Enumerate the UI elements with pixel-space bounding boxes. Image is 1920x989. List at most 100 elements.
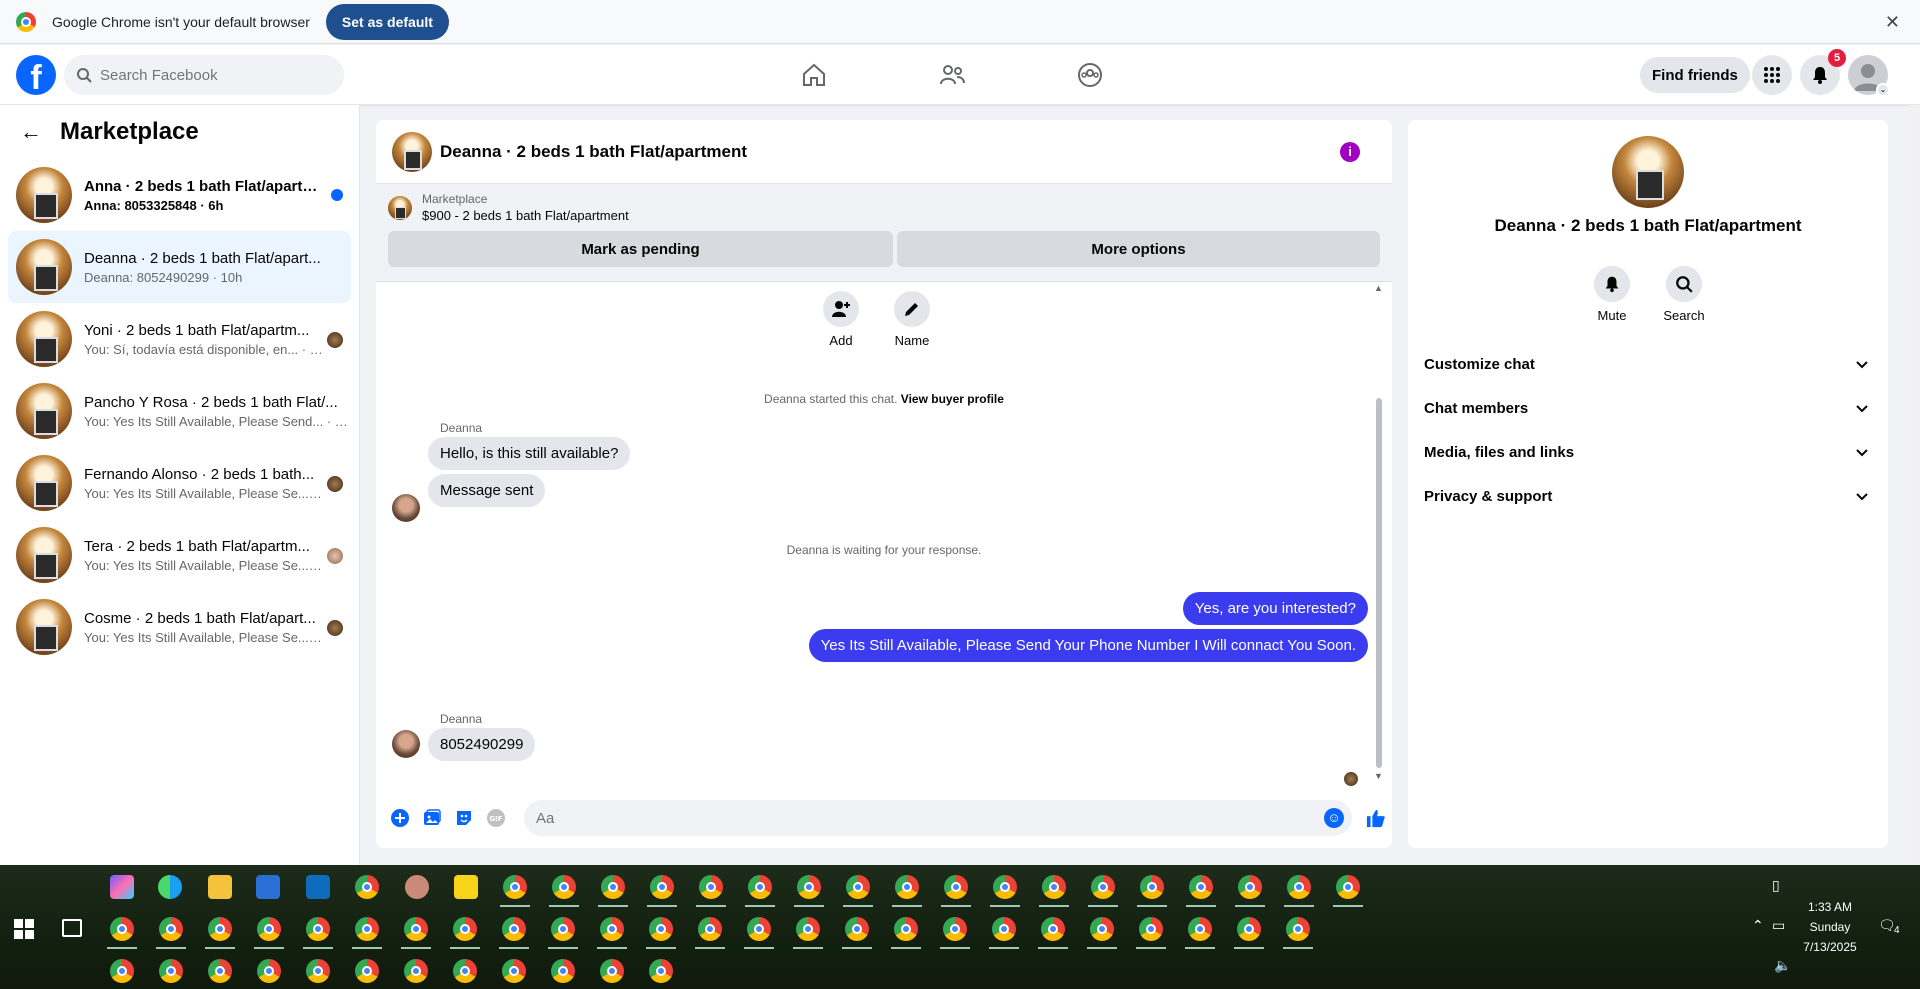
emoji-icon[interactable]: ☺ (1324, 808, 1344, 828)
listing-thumbnail[interactable] (392, 131, 432, 172)
chrome-window-icon[interactable] (404, 917, 428, 941)
chrome-window-icon[interactable] (600, 917, 624, 941)
volume-icon[interactable]: 🔈 (1774, 957, 1791, 974)
chrome-window-icon[interactable] (208, 917, 232, 941)
add-member-action[interactable]: Add (811, 291, 871, 348)
task-view-icon[interactable] (62, 919, 82, 937)
back-arrow-icon[interactable]: ← (20, 119, 42, 145)
chrome-window-icon[interactable] (1287, 875, 1311, 899)
chrome-window-icon[interactable] (943, 917, 967, 941)
info-icon[interactable]: i (1340, 142, 1360, 162)
search-input[interactable] (100, 66, 320, 84)
contact-avatar[interactable] (392, 494, 420, 522)
chrome-window-icon[interactable] (1237, 917, 1261, 941)
chrome-window-icon[interactable] (502, 917, 526, 941)
thumbs-up-icon[interactable] (1366, 808, 1386, 828)
device-icon[interactable]: ▯ (1772, 877, 1780, 894)
listing-thumbnail[interactable] (1612, 136, 1684, 208)
windows-start-icon[interactable] (14, 919, 34, 939)
mute-action[interactable]: Mute (1582, 266, 1642, 323)
chrome-window-icon[interactable] (845, 917, 869, 941)
chrome-window-icon[interactable] (404, 959, 428, 983)
chrome-window-icon[interactable] (159, 959, 183, 983)
menu-grid-icon[interactable] (1752, 55, 1792, 95)
view-buyer-profile-link[interactable]: View buyer profile (901, 392, 1004, 406)
chevron-down-icon[interactable]: ⌄ (1876, 83, 1890, 97)
chrome-window-icon[interactable] (306, 959, 330, 983)
microsoft-store-icon[interactable] (256, 875, 280, 899)
search-action[interactable]: Search (1654, 266, 1714, 323)
chrome-window-icon[interactable] (551, 917, 575, 941)
close-icon[interactable]: ✕ (1885, 12, 1900, 33)
incoming-message[interactable]: 8052490299 (428, 728, 536, 761)
conversation-item[interactable]: Yoni · 2 beds 1 bath Flat/apartm... You:… (8, 303, 351, 375)
chrome-window-icon[interactable] (698, 917, 722, 941)
chrome-window-icon[interactable] (1238, 875, 1262, 899)
chrome-window-icon[interactable] (503, 875, 527, 899)
chrome-window-icon[interactable] (1188, 917, 1212, 941)
conversation-item[interactable]: Pancho Y Rosa · 2 beds 1 bath Flat/... Y… (8, 375, 351, 447)
chrome-window-icon[interactable] (355, 917, 379, 941)
message-input-box[interactable]: ☺ (524, 800, 1352, 836)
chrome-window-icon[interactable] (1286, 917, 1310, 941)
chat-members-section[interactable]: Chat members (1424, 386, 1872, 430)
chrome-window-icon[interactable] (895, 875, 919, 899)
chrome-window-icon[interactable] (747, 917, 771, 941)
chat-title[interactable]: Deanna · 2 beds 1 bath Flat/apartment (440, 142, 747, 162)
chrome-window-icon[interactable] (502, 959, 526, 983)
more-options-button[interactable]: More options (897, 231, 1380, 267)
outgoing-message[interactable]: Yes Its Still Available, Please Send You… (808, 629, 1368, 662)
chrome-window-icon[interactable] (110, 959, 134, 983)
copilot-icon[interactable] (110, 875, 134, 899)
scroll-down-arrow-icon[interactable]: ▼ (1374, 771, 1383, 781)
chrome-window-icon[interactable] (257, 917, 281, 941)
chrome-window-icon[interactable] (355, 959, 379, 983)
facebook-logo[interactable]: f (16, 55, 56, 95)
message-input[interactable] (536, 809, 1316, 827)
customize-chat-section[interactable]: Customize chat (1424, 342, 1872, 386)
incoming-message[interactable]: Hello, is this still available? (428, 437, 631, 470)
chrome-window-icon[interactable] (894, 917, 918, 941)
network-icon[interactable]: ▭ (1772, 917, 1785, 934)
listing-thumbnail[interactable] (388, 195, 412, 220)
name-chat-action[interactable]: Name (882, 291, 942, 348)
app-icon[interactable] (405, 875, 429, 899)
find-friends-button[interactable]: Find friends (1640, 57, 1750, 93)
contact-avatar[interactable] (392, 730, 420, 758)
chrome-window-icon[interactable] (110, 917, 134, 941)
conversation-item[interactable]: Fernando Alonso · 2 beds 1 bath... You: … (8, 447, 351, 519)
set-as-default-button[interactable]: Set as default (325, 3, 449, 40)
system-clock[interactable]: 1:33 AM Sunday 7/13/2025 (1790, 897, 1870, 957)
friends-icon[interactable] (936, 59, 968, 91)
chrome-window-icon[interactable] (601, 875, 625, 899)
chrome-window-icon[interactable] (1140, 875, 1164, 899)
chrome-window-icon[interactable] (846, 875, 870, 899)
chrome-window-icon[interactable] (257, 959, 281, 983)
chrome-window-icon[interactable] (1042, 875, 1066, 899)
chrome-window-icon[interactable] (796, 917, 820, 941)
chrome-window-icon[interactable] (649, 959, 673, 983)
chrome-window-icon[interactable] (650, 875, 674, 899)
chrome-window-icon[interactable] (992, 917, 1016, 941)
chrome-window-icon[interactable] (699, 875, 723, 899)
chrome-window-icon[interactable] (649, 917, 673, 941)
scroll-up-arrow-icon[interactable]: ▲ (1374, 283, 1383, 293)
edge-icon[interactable] (158, 875, 182, 899)
conversation-item[interactable]: Cosme · 2 beds 1 bath Flat/apart... You:… (8, 591, 351, 663)
chrome-window-icon[interactable] (1139, 917, 1163, 941)
chrome-window-icon[interactable] (551, 959, 575, 983)
chrome-window-icon[interactable] (552, 875, 576, 899)
home-icon[interactable] (798, 59, 830, 91)
chrome-window-icon[interactable] (993, 875, 1017, 899)
scroll-thumb[interactable] (1376, 398, 1382, 768)
privacy-support-section[interactable]: Privacy & support (1424, 474, 1872, 518)
show-hidden-icons-chevron-icon[interactable]: ⌃ (1752, 917, 1764, 934)
sticker-icon[interactable] (454, 808, 474, 828)
chrome-window-icon[interactable] (600, 959, 624, 983)
chrome-window-icon[interactable] (453, 959, 477, 983)
chrome-profile-icon[interactable] (355, 875, 379, 899)
groups-icon[interactable] (1074, 59, 1106, 91)
incoming-message[interactable]: Message sent (428, 474, 546, 507)
notifications-button[interactable]: 5 (1800, 49, 1846, 95)
conversation-item[interactable]: Anna · 2 beds 1 bath Flat/apartm... Anna… (8, 159, 351, 231)
